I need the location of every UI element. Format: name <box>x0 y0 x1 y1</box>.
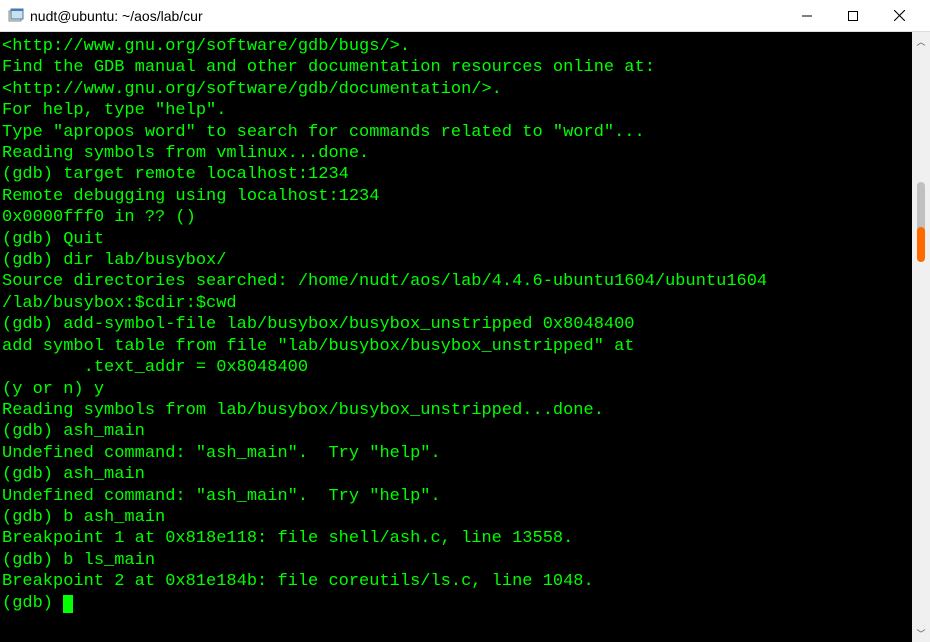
terminal-line: Reading symbols from lab/busybox/busybox… <box>2 400 912 421</box>
terminal-line: For help, type "help". <box>2 100 912 121</box>
terminal-line: (gdb) b ls_main <box>2 550 912 571</box>
terminal-line: .text_addr = 0x8048400 <box>2 357 912 378</box>
scrollbar-track[interactable] <box>912 32 930 642</box>
gdb-prompt: (gdb) <box>2 594 63 613</box>
vertical-scrollbar[interactable]: ︿ ﹀ <box>912 32 930 642</box>
terminal-line: Find the GDB manual and other documentat… <box>2 57 912 78</box>
maximize-button[interactable] <box>830 0 876 32</box>
window-controls <box>784 0 922 32</box>
terminal-line: Reading symbols from vmlinux...done. <box>2 143 912 164</box>
terminal-line: Breakpoint 1 at 0x818e118: file shell/as… <box>2 528 912 549</box>
window-titlebar: nudt@ubuntu: ~/aos/lab/cur <box>0 0 930 32</box>
close-button[interactable] <box>876 0 922 32</box>
terminal-prompt-line[interactable]: (gdb) <box>2 593 912 614</box>
terminal-line: <http://www.gnu.org/software/gdb/documen… <box>2 79 912 100</box>
terminal-line: add symbol table from file "lab/busybox/… <box>2 336 912 357</box>
scroll-down-icon[interactable]: ﹀ <box>912 624 930 642</box>
terminal-line: Undefined command: "ash_main". Try "help… <box>2 443 912 464</box>
terminal-line: /lab/busybox:$cdir:$cwd <box>2 293 912 314</box>
terminal-line: (gdb) target remote localhost:1234 <box>2 164 912 185</box>
terminal-wrap: <http://www.gnu.org/software/gdb/bugs/>.… <box>0 32 930 642</box>
terminal-line: Undefined command: "ash_main". Try "help… <box>2 486 912 507</box>
terminal-output[interactable]: <http://www.gnu.org/software/gdb/bugs/>.… <box>0 32 912 642</box>
terminal-line: 0x0000fff0 in ?? () <box>2 207 912 228</box>
terminal-line: (gdb) dir lab/busybox/ <box>2 250 912 271</box>
terminal-line: (y or n) y <box>2 379 912 400</box>
minimize-button[interactable] <box>784 0 830 32</box>
window-title: nudt@ubuntu: ~/aos/lab/cur <box>30 8 784 24</box>
terminal-line: (gdb) ash_main <box>2 464 912 485</box>
terminal-line: Remote debugging using localhost:1234 <box>2 186 912 207</box>
terminal-line: (gdb) ash_main <box>2 421 912 442</box>
scrollbar-thumb-highlight[interactable] <box>917 227 925 262</box>
cursor <box>63 595 73 613</box>
terminal-line: (gdb) add-symbol-file lab/busybox/busybo… <box>2 314 912 335</box>
terminal-line: Type "apropos word" to search for comman… <box>2 122 912 143</box>
terminal-line: Breakpoint 2 at 0x81e184b: file coreutil… <box>2 571 912 592</box>
terminal-line: (gdb) b ash_main <box>2 507 912 528</box>
terminal-line: (gdb) Quit <box>2 229 912 250</box>
terminal-line: Source directories searched: /home/nudt/… <box>2 271 912 292</box>
terminal-line: <http://www.gnu.org/software/gdb/bugs/>. <box>2 36 912 57</box>
app-icon <box>8 8 24 24</box>
